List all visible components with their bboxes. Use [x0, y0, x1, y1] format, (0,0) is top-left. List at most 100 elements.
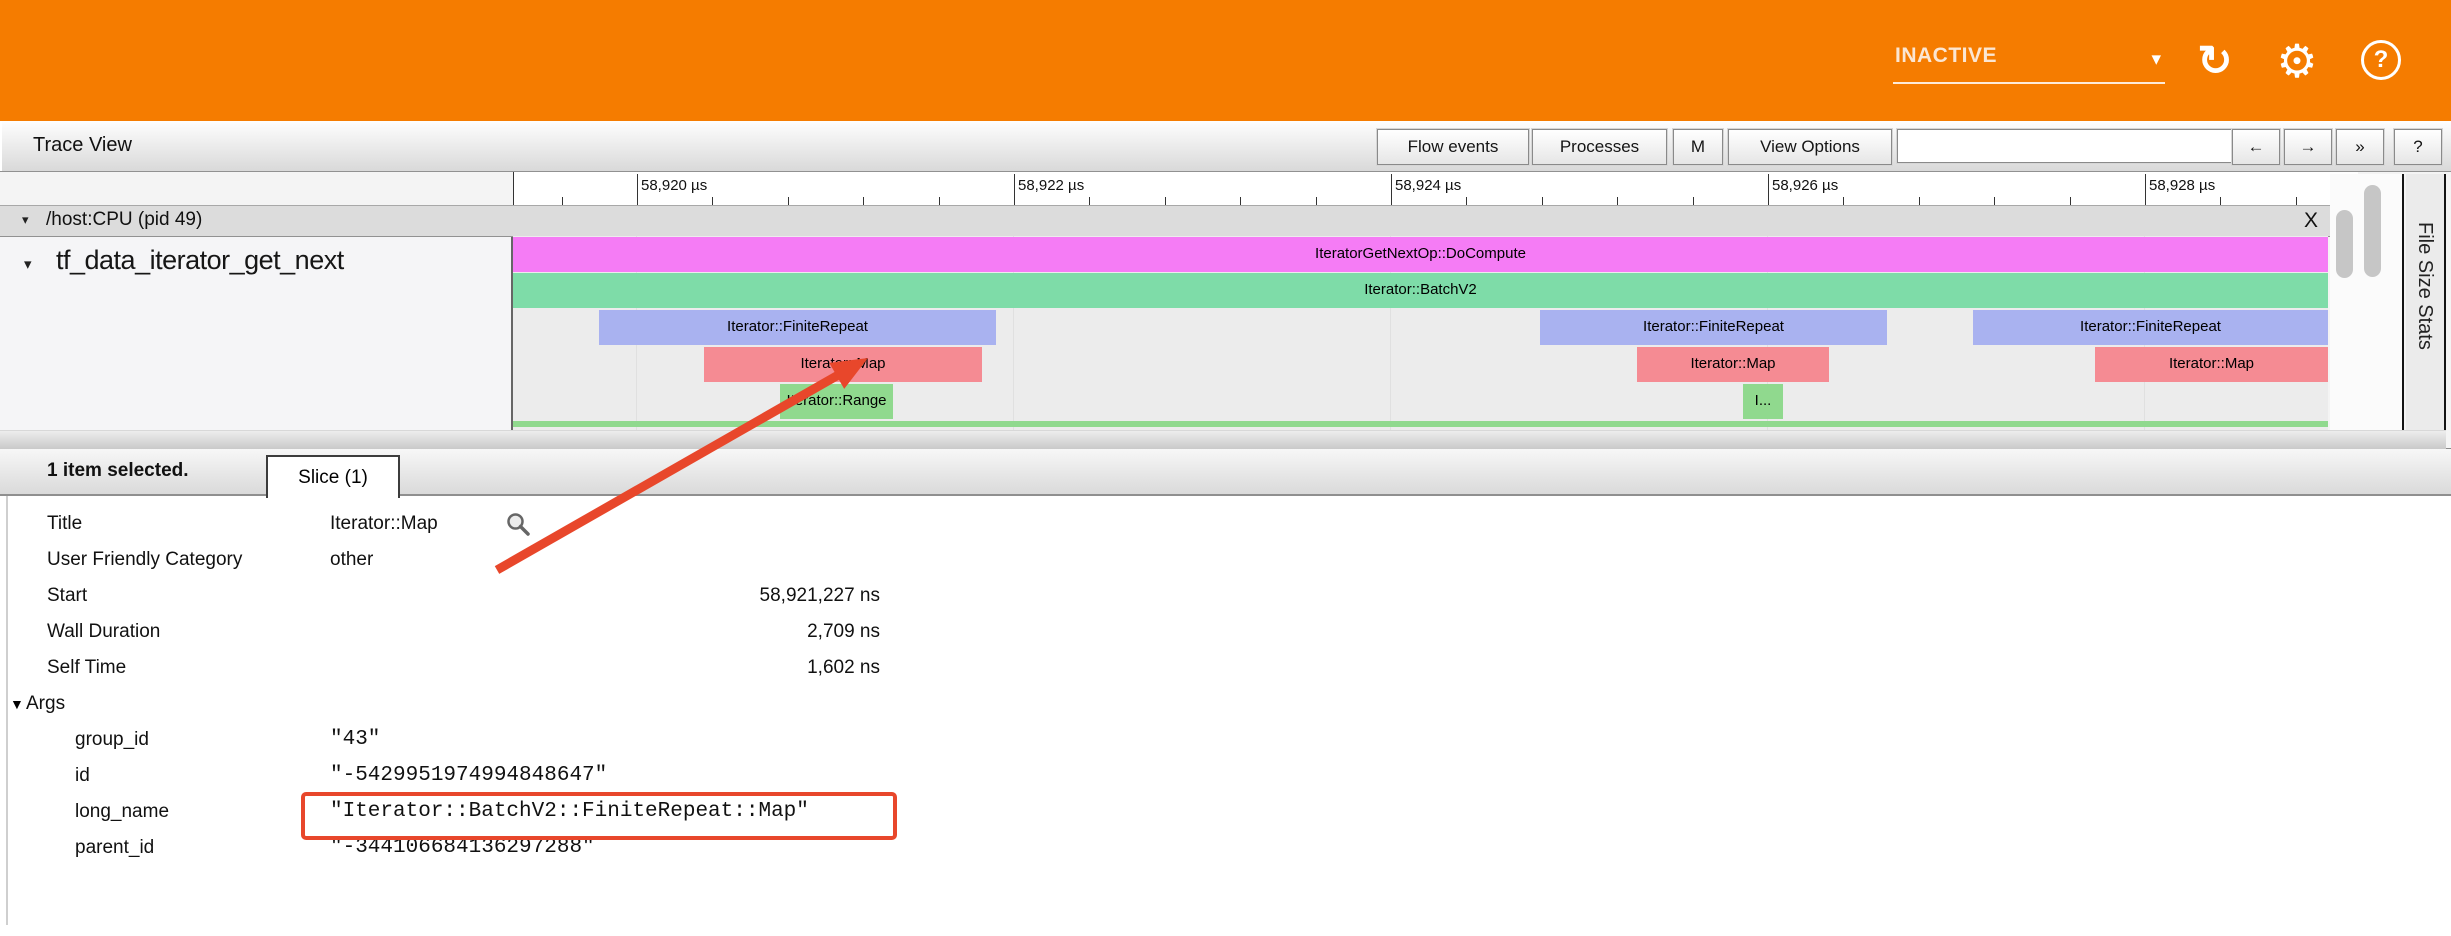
trace-slice-iterator-finiterepeat[interactable]: Iterator::FiniteRepeat: [599, 310, 996, 345]
refresh-icon[interactable]: ↻: [2190, 36, 2240, 86]
trace-slice-iterator-finiterepeat[interactable]: Iterator::FiniteRepeat: [1540, 310, 1887, 345]
arg-label: group_id: [75, 729, 149, 751]
ruler-minor-tick: [1919, 197, 1920, 205]
arg-label: parent_id: [75, 837, 154, 859]
ruler-tick-label: 58,926 µs: [1772, 177, 1838, 194]
nav-button-help[interactable]: ?: [2394, 129, 2442, 165]
ruler-major-tick: [2145, 174, 2146, 205]
ruler-minor-tick: [2220, 197, 2221, 205]
nav-button-prev[interactable]: ←: [2232, 129, 2280, 165]
detail-label: Wall Duration: [47, 621, 160, 643]
tab-file-size-stats[interactable]: File Size Stats: [2406, 174, 2444, 448]
detail-row-title: Title Iterator::Map: [0, 507, 2451, 543]
toolbar-button-processes[interactable]: Processes: [1532, 129, 1667, 165]
toolbar-button-view-options[interactable]: View Options: [1728, 129, 1892, 165]
trace-slice-iterator-range[interactable]: Iterator::Range: [780, 384, 893, 419]
ruler-minor-tick: [1994, 197, 1995, 205]
arg-row-long_name: long_name"Iterator::BatchV2::FiniteRepea…: [0, 795, 2451, 831]
trace-slice-iterator-map[interactable]: Iterator::Map: [2095, 347, 2328, 382]
ruler-minor-tick: [1240, 197, 1241, 205]
toolbar-button-flow-events[interactable]: Flow events: [1377, 129, 1529, 165]
detail-label: Title: [47, 513, 82, 535]
vertical-scrollbar-thumb[interactable]: [2364, 185, 2381, 277]
ruler-minor-tick: [1316, 197, 1317, 205]
arg-label: id: [75, 765, 90, 787]
magnifier-icon[interactable]: [505, 511, 531, 542]
run-selector[interactable]: INACTIVE ▾: [1893, 40, 2165, 84]
details-body: Title Iterator::MapUser Friendly Category…: [0, 496, 2451, 867]
detail-label: Start: [47, 585, 87, 607]
search-input[interactable]: [1897, 129, 2240, 163]
ruler-tick-label: 58,920 µs: [641, 177, 707, 194]
app-header: INACTIVE ▾ ↻ ⚙ ?: [0, 0, 2451, 121]
args-label: Args: [26, 693, 65, 715]
ruler-tick-label: 58,928 µs: [2149, 177, 2215, 194]
trace-slice-iterator-finiterepeat[interactable]: Iterator::FiniteRepeat: [1973, 310, 2328, 345]
thread-header[interactable]: ▾ tf_data_iterator_get_next: [0, 237, 513, 430]
nav-button-next[interactable]: →: [2284, 129, 2332, 165]
nav-button-more[interactable]: »: [2336, 129, 2384, 165]
trace-bottom-strip: [0, 430, 2446, 449]
trace-slice-iterator-map[interactable]: Iterator::Map: [1637, 347, 1829, 382]
detail-row-wall-duration: Wall Duration 2,709 ns: [0, 615, 2451, 651]
trace-slice-iterator-batchv2[interactable]: Iterator::BatchV2: [513, 273, 2328, 308]
detail-value: Iterator::Map: [330, 513, 438, 535]
ruler-minor-tick: [788, 197, 789, 205]
ruler-minor-tick: [1843, 197, 1844, 205]
arg-row-group_id: group_id"43": [0, 723, 2451, 759]
detail-value: other: [330, 549, 373, 571]
vertical-scrollbar-thumb[interactable]: [2336, 210, 2353, 278]
detail-value: 1,602 ns: [330, 657, 880, 679]
trace-slice-iterator-map[interactable]: Iterator::Map: [704, 347, 982, 382]
detail-label: User Friendly Category: [47, 549, 242, 571]
thread-label: tf_data_iterator_get_next: [56, 245, 344, 276]
run-selector-value: INACTIVE: [1895, 44, 1997, 68]
ruler-minor-tick: [939, 197, 940, 205]
ruler-major-tick: [637, 174, 638, 205]
arg-value: "-5429951974994848647": [330, 764, 607, 787]
ruler-minor-tick: [1165, 197, 1166, 205]
collapse-triangle-icon[interactable]: ▾: [22, 212, 29, 228]
ruler-minor-tick: [2296, 197, 2297, 205]
arg-label: long_name: [75, 801, 169, 823]
chevron-down-icon: ▾: [2151, 48, 2161, 71]
selection-status: 1 item selected.: [47, 460, 189, 482]
detail-row-start: Start 58,921,227 ns: [0, 579, 2451, 615]
ruler-major-tick: [1014, 174, 1015, 205]
annotation-highlight-box: [301, 792, 897, 840]
detail-row-user-friendly-category: User Friendly Category other: [0, 543, 2451, 579]
trace-slice-strip[interactable]: [513, 421, 2328, 427]
detail-row-self-time: Self Time 1,602 ns: [0, 651, 2451, 687]
trace-panel: 58,920 µs 58,922 µs 58,924 µs 58,926 µs 58,9…: [0, 172, 2451, 449]
trace-slice-iteratorgetnextop-docompute[interactable]: IteratorGetNextOp::DoCompute: [513, 237, 2328, 272]
help-icon[interactable]: ?: [2356, 36, 2406, 86]
timeline-track[interactable]: IteratorGetNextOp::DoComputeIterator::Ba…: [513, 236, 2328, 430]
collapse-triangle-icon[interactable]: ▼: [10, 696, 24, 712]
collapse-triangle-icon[interactable]: ▾: [24, 255, 32, 273]
ruler-tick-label: 58,922 µs: [1018, 177, 1084, 194]
ruler-minor-tick: [1466, 197, 1467, 205]
process-row-host-cpu[interactable]: ▾ /host:CPU (pid 49) X: [0, 205, 2330, 237]
help-question-glyph: ?: [2361, 40, 2401, 80]
tab-slice[interactable]: Slice (1): [266, 455, 400, 498]
detail-label: Self Time: [47, 657, 126, 679]
ruler-minor-tick: [562, 197, 563, 205]
args-section-header[interactable]: ▼Args: [0, 687, 2451, 723]
panel-title: Trace View: [33, 134, 132, 157]
close-icon[interactable]: X: [2296, 207, 2326, 235]
toolbar-button-m[interactable]: M: [1673, 129, 1723, 165]
ruler-minor-tick: [1542, 197, 1543, 205]
file-size-stats-label: File Size Stats: [2413, 222, 2436, 350]
trace-slice-i-[interactable]: I...: [1743, 384, 1783, 419]
gear-icon[interactable]: ⚙: [2272, 36, 2322, 86]
ruler-minor-tick: [863, 197, 864, 205]
arg-row-id: id "-5429951974994848647": [0, 759, 2451, 795]
ruler-major-tick: [1391, 174, 1392, 205]
process-label: /host:CPU (pid 49): [46, 209, 202, 231]
detail-value: 2,709 ns: [330, 621, 880, 643]
ruler-tick-label: 58,924 µs: [1395, 177, 1461, 194]
trace-toolbar: Trace View Flow eventsProcessesMView Opt…: [0, 121, 2451, 172]
ruler-minor-tick: [712, 197, 713, 205]
divider: [2402, 174, 2404, 448]
detail-value: 58,921,227 ns: [330, 585, 880, 607]
